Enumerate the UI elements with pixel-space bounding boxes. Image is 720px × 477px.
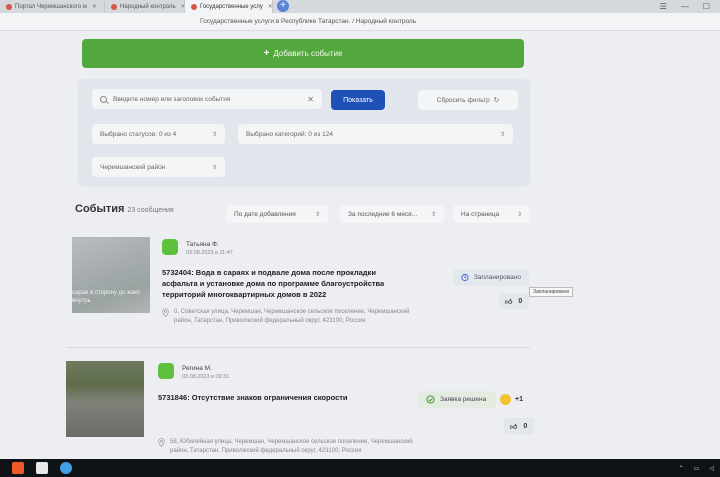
close-tab-icon[interactable]: ✕ (268, 3, 272, 10)
address-bar[interactable]: Государственные услуги в Республике Тата… (0, 13, 720, 31)
location-pin-icon (158, 438, 165, 447)
volume-icon[interactable]: ◁ (709, 465, 714, 472)
divider (66, 347, 530, 348)
minimize-icon[interactable]: — (681, 2, 689, 11)
system-tray: ⌃ ▭ ◁ (679, 465, 720, 472)
status-badge: Заявка решена (418, 391, 496, 408)
search-icon (100, 95, 107, 103)
statuses-select[interactable]: Выбрано статусов: 0 из 4 ⇕ (92, 124, 225, 144)
add-event-button[interactable]: + Добавить событие (82, 39, 524, 68)
statuses-label: Выбрано статусов: 0 из 4 (100, 130, 177, 138)
new-tab-button[interactable]: + (277, 0, 289, 12)
browser-icon[interactable] (60, 462, 72, 474)
like-count: 0 (523, 422, 528, 430)
district-select[interactable]: Черемшанский район ⇕ (92, 157, 225, 177)
search-placeholder: Введите номер или заголовок события (113, 95, 231, 103)
photo-overlay-text: сараи в сторону до жает внутрь (72, 290, 141, 304)
sort-select[interactable]: По дате добавления ⇕ (226, 205, 328, 223)
page-title: Государственные услуги в Республике Тата… (200, 18, 417, 25)
reaction-counter[interactable]: +1 (500, 391, 523, 407)
search-input[interactable]: Введите номер или заголовок события ✕ (92, 89, 322, 109)
arrow-up-icon[interactable]: ⌃ (679, 465, 684, 472)
chevron-updown-icon: ⇕ (211, 131, 217, 138)
clear-search-icon[interactable]: ✕ (307, 95, 314, 104)
refresh-icon: ↻ (493, 97, 500, 104)
thumbs-up-icon: 👍︎ (510, 423, 518, 431)
district-label: Черемшанский район (100, 163, 166, 171)
per-page-label: На страница (461, 210, 500, 218)
author-name: Татьяна Ф. (186, 241, 219, 248)
app-icon[interactable] (36, 462, 48, 474)
like-count: 0 (518, 297, 523, 305)
chevron-updown-icon: ⇕ (211, 164, 217, 171)
chevron-updown-icon: ⇕ (314, 211, 320, 218)
period-select[interactable]: За последние 6 меся... ⇕ (340, 205, 444, 223)
smiley-icon (500, 393, 511, 405)
site-favicon-icon (111, 3, 117, 10)
event-photo[interactable] (66, 361, 144, 437)
plus-icon: + (263, 48, 270, 59)
thumbs-up-icon: 👍︎ (505, 298, 513, 306)
status-label: Заявка решена (440, 396, 487, 403)
location-pin-icon (162, 308, 169, 317)
per-page-select[interactable]: На страница ⇕ (453, 205, 530, 223)
event-card[interactable]: сараи в сторону до жает внутрь Татьяна Ф… (66, 235, 574, 341)
events-heading: События 23 сообщения (75, 203, 174, 215)
like-button[interactable]: 👍︎ 0 (499, 293, 529, 309)
chevron-updown-icon: ⇕ (499, 131, 505, 138)
event-card[interactable]: Регина М. 03.08.2023 в 09:31 5731846: От… (66, 361, 534, 467)
status-label: Запланировано (473, 274, 521, 281)
app-icon[interactable] (12, 462, 24, 474)
categories-label: Выбрано категорий: 0 из 124 (246, 130, 333, 138)
avatar (162, 239, 178, 255)
close-tab-icon[interactable]: ✕ (92, 3, 97, 10)
add-event-label: Добавить событие (273, 49, 343, 58)
period-label: За последние 6 меся... (348, 210, 418, 218)
browser-tab-gosuslugi[interactable]: Государственные услу ✕ (185, 0, 273, 13)
filters-panel: Введите номер или заголовок события ✕ По… (78, 79, 530, 187)
reset-filter-label: Сбросить фильтр (436, 96, 490, 104)
avatar (158, 363, 174, 379)
os-taskbar: ⌃ ▭ ◁ (0, 459, 720, 477)
event-date: 03.08.2023 в 11:47 (186, 250, 233, 256)
network-icon[interactable]: ▭ (694, 465, 700, 472)
browser-tab-bar: Портал Черемшанского м ✕ Народный контро… (0, 0, 720, 13)
author-name: Регина М. (182, 365, 212, 372)
events-count: 23 сообщения (127, 207, 174, 214)
tab-label: Портал Черемшанского м (15, 3, 87, 10)
site-favicon-icon (191, 3, 197, 10)
status-badge: Запланировано (453, 269, 529, 286)
categories-select[interactable]: Выбрано категорий: 0 из 124 ⇕ (238, 124, 513, 144)
browser-tab-portal[interactable]: Портал Черемшанского м ✕ (0, 0, 105, 13)
page-content: + Добавить событие Введите номер или заг… (0, 31, 720, 459)
clock-icon (461, 273, 469, 282)
chevron-updown-icon: ⇕ (430, 211, 436, 218)
event-title[interactable]: 5732404: Вода в сараях и подвале дома по… (162, 267, 412, 300)
event-date: 03.08.2023 в 09:31 (182, 374, 230, 380)
window-controls: ☰ — ☐ (660, 0, 720, 13)
status-tooltip: Запланировано (529, 287, 574, 297)
event-address: 0, Советская улица, Черемшан, Черемшанск… (174, 309, 410, 324)
sort-label: По дате добавления (234, 210, 296, 218)
chevron-updown-icon: ⇕ (516, 211, 522, 218)
maximize-icon[interactable]: ☐ (703, 2, 710, 11)
show-button[interactable]: Показать (331, 90, 385, 110)
tab-label: Народный контроль (120, 3, 176, 10)
site-favicon-icon (6, 3, 12, 10)
event-address: 58, Юбилейная улица, Черемшан, Черемшанс… (170, 439, 413, 454)
events-heading-label: События (75, 203, 125, 215)
browser-tab-narodny[interactable]: Народный контроль ✕ (105, 0, 185, 13)
event-photo[interactable]: сараи в сторону до жает внутрь (72, 237, 150, 313)
event-title[interactable]: 5731846: Отсутствие знаков ограничения с… (158, 392, 418, 403)
tab-label: Государственные услу (200, 3, 263, 10)
reaction-count: +1 (515, 395, 523, 403)
menu-icon[interactable]: ☰ (660, 2, 667, 11)
check-circle-icon (426, 395, 435, 404)
like-button[interactable]: 👍︎ 0 (504, 418, 534, 434)
reset-filter-button[interactable]: Сбросить фильтр ↻ (418, 90, 518, 110)
